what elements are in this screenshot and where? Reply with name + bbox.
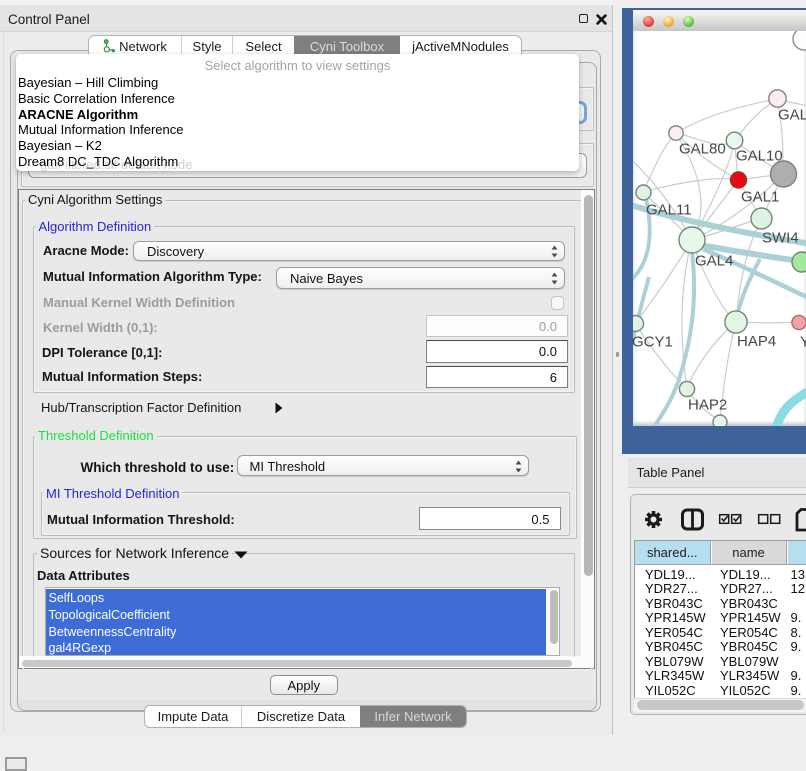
svg-text:SWI4: SWI4: [762, 230, 799, 247]
svg-text:GAL4: GAL4: [695, 253, 733, 270]
svg-text:Y: Y: [800, 334, 806, 351]
svg-text:GAL1: GAL1: [741, 189, 779, 206]
svg-text:GAL7: GAL7: [778, 107, 806, 124]
svg-text:GAL80: GAL80: [679, 141, 726, 158]
svg-text:HAP2: HAP2: [688, 397, 727, 414]
svg-text:GAL10: GAL10: [736, 148, 783, 165]
svg-text:GCY1: GCY1: [633, 334, 673, 351]
svg-text:HAP4: HAP4: [737, 333, 776, 350]
svg-text:GAL11: GAL11: [646, 202, 692, 219]
